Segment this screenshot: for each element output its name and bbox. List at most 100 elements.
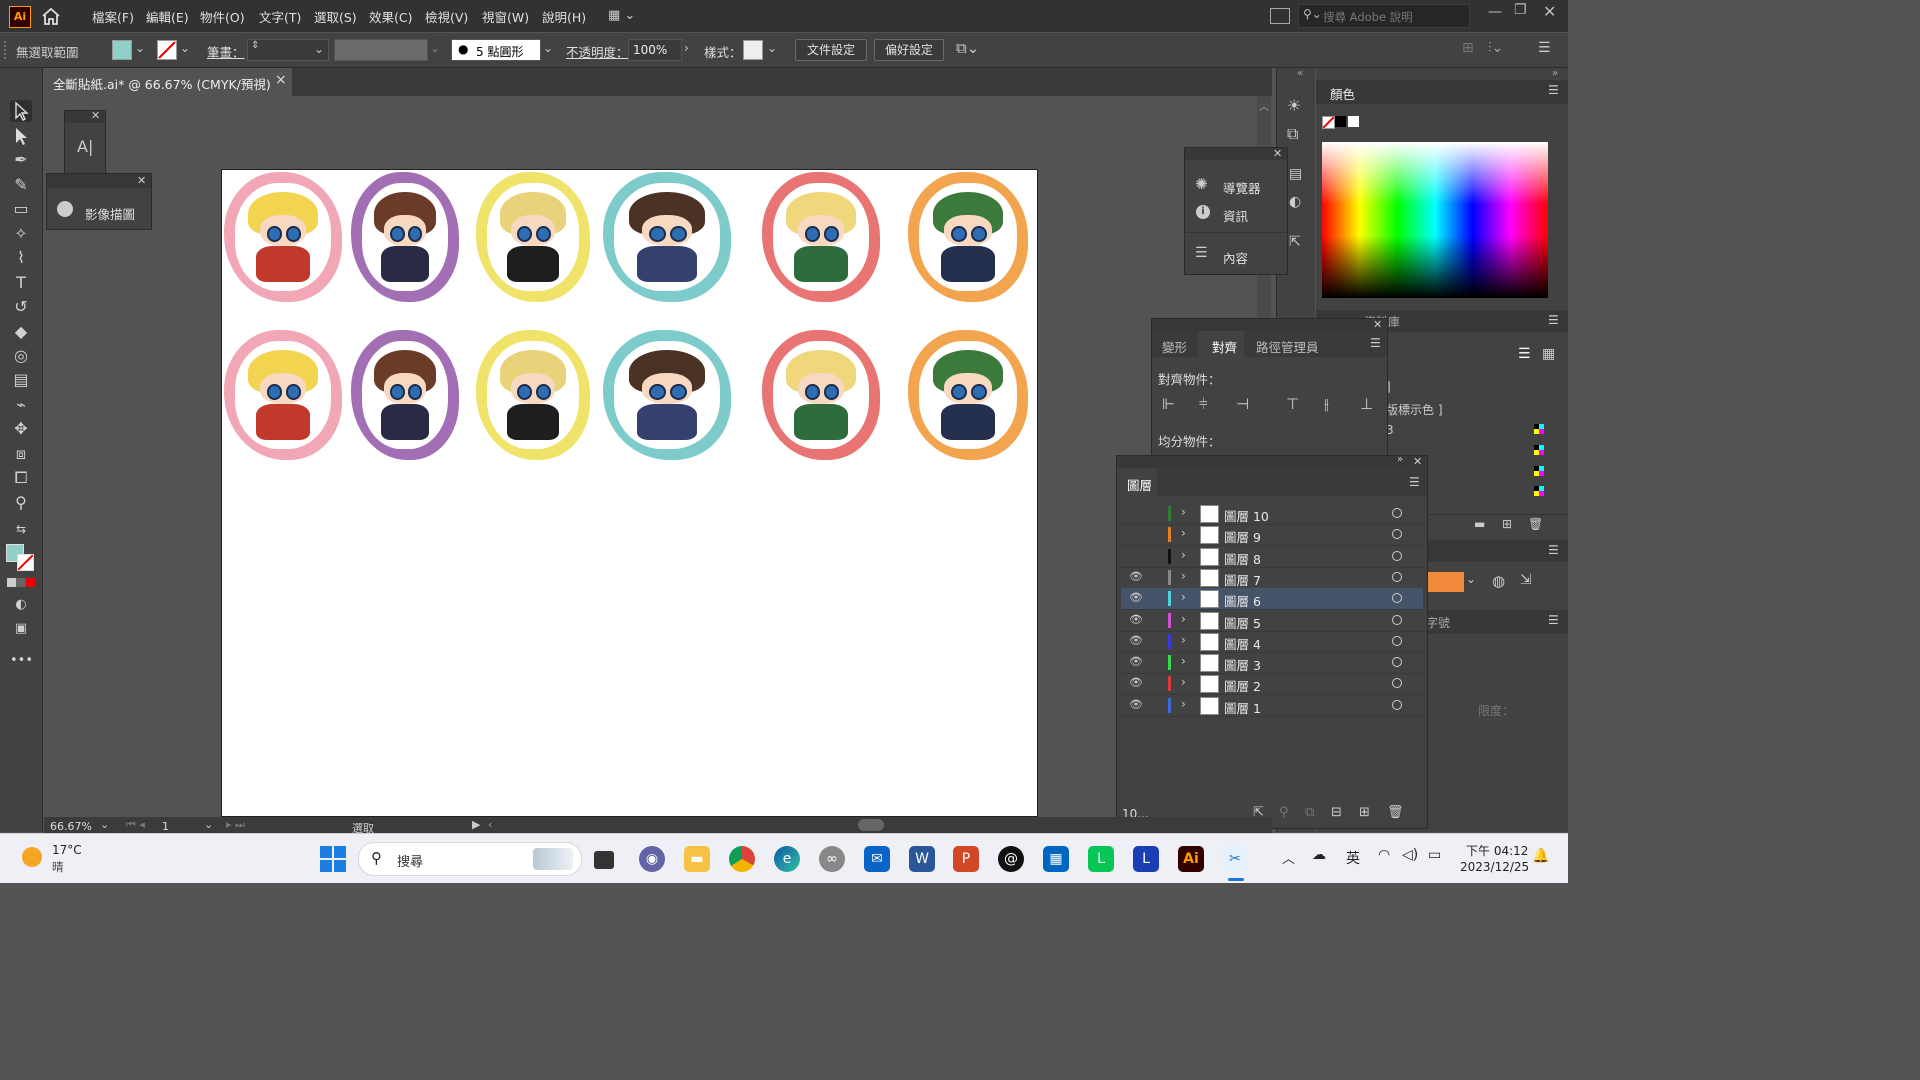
sticker-illustration[interactable]: [476, 172, 590, 302]
status-arrow-icon[interactable]: ▶: [472, 818, 480, 831]
collapse-panel-icon[interactable]: »: [1397, 454, 1403, 465]
layer-target-icon[interactable]: [1392, 529, 1402, 540]
appearance-icon[interactable]: ☀: [1287, 96, 1301, 115]
align-top-icon[interactable]: ⊤: [1286, 395, 1299, 413]
layer-target-icon[interactable]: [1392, 678, 1402, 689]
l-app-icon[interactable]: L: [1133, 846, 1159, 872]
layer-row[interactable]: 👁 › 圖層 2: [1121, 673, 1423, 696]
teams-chat-icon[interactable]: ◉: [639, 846, 665, 872]
arrange-icon[interactable]: ⧉⌄: [956, 39, 979, 57]
brush-dropdown-icon[interactable]: ⌄: [543, 41, 553, 55]
tab-pathfinder[interactable]: 路徑管理員: [1256, 337, 1319, 356]
ime-indicator[interactable]: 英: [1346, 848, 1360, 868]
menu-window[interactable]: 視窗(W): [482, 7, 529, 26]
stroke-color-chip[interactable]: [17, 554, 34, 571]
powerpoint-icon[interactable]: P: [953, 846, 979, 872]
layer-row[interactable]: 👁 › 圖層 7: [1121, 567, 1423, 589]
layer-row[interactable]: 👁 › 圖層 6: [1121, 588, 1423, 611]
profile-dropdown-icon[interactable]: ⌄: [430, 41, 440, 55]
copilot-icon[interactable]: ∞: [819, 846, 845, 872]
color-mode-icon[interactable]: [7, 578, 35, 587]
expand-chevron-icon[interactable]: ›: [1181, 654, 1186, 668]
info-item[interactable]: 資訊: [1223, 206, 1248, 225]
brush-definition[interactable]: ● 5 點圓形: [451, 39, 541, 61]
visibility-eye-icon[interactable]: 👁: [1129, 591, 1143, 605]
tab-layers[interactable]: 圖層: [1117, 468, 1157, 496]
menu-effect[interactable]: 效果(C): [369, 7, 412, 26]
close-panel-icon[interactable]: ✕: [1413, 455, 1422, 468]
dock-collapse-icon[interactable]: «: [1297, 68, 1303, 79]
horizontal-scrollbar-thumb[interactable]: [858, 819, 884, 831]
image-trace-label[interactable]: 影像描圖: [85, 204, 135, 223]
opacity-label[interactable]: 不透明度：: [566, 42, 629, 61]
stroke-dropdown-icon[interactable]: ⌄: [180, 41, 190, 55]
layer-row[interactable]: 👁 › 圖層 1: [1121, 695, 1423, 717]
tab-align[interactable]: 對齊: [1198, 331, 1244, 357]
store-icon[interactable]: ▦: [1043, 846, 1069, 872]
layer-row[interactable]: › 圖層 9: [1121, 524, 1423, 547]
curvature-tool-icon[interactable]: ✎: [10, 174, 32, 196]
align-right-icon[interactable]: ⊣: [1236, 395, 1249, 413]
align-icon[interactable]: ⊞: [1462, 40, 1474, 56]
notification-bell-icon[interactable]: 🔔: [1532, 848, 1549, 864]
expand-chevron-icon[interactable]: ›: [1181, 548, 1186, 562]
stroke-swatch[interactable]: [157, 40, 177, 60]
scroll-left-icon[interactable]: ‹: [488, 818, 492, 831]
visibility-eye-icon[interactable]: 👁: [1129, 570, 1143, 584]
delete-swatch-icon[interactable]: 🗑: [1528, 517, 1543, 531]
preferences-button[interactable]: 偏好設定: [874, 39, 944, 61]
transform-icon[interactable]: ⧉: [1287, 124, 1298, 144]
cmyk-swatch[interactable]: [1534, 424, 1544, 434]
expand-chevron-icon[interactable]: ›: [1181, 697, 1186, 711]
document-tab[interactable]: 全斷貼紙.ai* @ 66.67% (CMYK/預視) ×: [44, 68, 292, 96]
new-swatch-icon[interactable]: ⊞: [1502, 517, 1512, 531]
layer-target-icon[interactable]: [1392, 571, 1402, 582]
show-hidden-icons[interactable]: ︿: [1282, 848, 1295, 867]
dropdown-icon[interactable]: ⌄: [1466, 572, 1476, 586]
fill-swatch[interactable]: [112, 40, 132, 60]
zoom-tool-icon[interactable]: ⚲: [10, 492, 32, 514]
variable-width-profile[interactable]: [334, 39, 428, 61]
menu-edit[interactable]: 編輯(E): [146, 7, 189, 26]
close-tab-icon[interactable]: ×: [275, 72, 287, 88]
opacity-arrow-icon[interactable]: ›: [684, 41, 689, 55]
panel-toggle-icon[interactable]: [1270, 8, 1290, 24]
artboard-number[interactable]: 1: [162, 820, 169, 833]
align-vcenter-icon[interactable]: ⫲: [1324, 395, 1329, 413]
visibility-eye-icon[interactable]: 👁: [1129, 634, 1143, 648]
screen-mode-icon[interactable]: ▣: [10, 618, 32, 640]
distribute-icon[interactable]: ⫶⌄: [1488, 40, 1503, 56]
gradient-panel-icon[interactable]: ▤: [1289, 166, 1302, 182]
panel-menu-icon[interactable]: ☰: [1548, 313, 1559, 327]
volume-icon[interactable]: ◁): [1402, 847, 1418, 863]
threads-icon[interactable]: @: [998, 846, 1024, 872]
panel-menu-icon[interactable]: ☰: [1409, 475, 1420, 489]
layer-row[interactable]: 👁 › 圖層 5: [1121, 610, 1423, 632]
lasso-tool-icon[interactable]: ◎: [10, 345, 32, 367]
panel-menu-icon[interactable]: ☰: [1548, 543, 1559, 557]
battery-icon[interactable]: ▭: [1428, 847, 1441, 863]
layer-row[interactable]: 👁 › 圖層 3: [1121, 652, 1423, 675]
visibility-eye-icon[interactable]: 👁: [1129, 698, 1143, 712]
fill-dropdown-icon[interactable]: ⌄: [135, 41, 145, 55]
shape-builder-tool-icon[interactable]: ⧈: [10, 443, 32, 465]
eraser-tool-icon[interactable]: ◆: [10, 321, 32, 343]
folder-icon[interactable]: ▬: [1474, 517, 1485, 531]
make-clip-mask-icon[interactable]: ⊟: [1331, 805, 1342, 820]
panel-menu-icon[interactable]: ☰: [1548, 613, 1559, 627]
menu-select[interactable]: 選取(S): [314, 7, 357, 26]
eyedropper-tool-icon[interactable]: ⌁: [10, 394, 32, 416]
delete-layer-icon[interactable]: 🗑: [1387, 805, 1404, 820]
snipping-tool-icon[interactable]: ✂: [1222, 846, 1248, 872]
menu-help[interactable]: 說明(H): [542, 7, 586, 26]
artboard-dropdown-icon[interactable]: ⌄: [204, 818, 213, 831]
sticker-illustration[interactable]: [762, 330, 880, 460]
expand-chevron-icon[interactable]: ›: [1181, 612, 1186, 626]
menu-type[interactable]: 文字(T): [259, 7, 301, 26]
stroke-weight-stepper[interactable]: ⇕ ⌄: [247, 39, 329, 61]
clock-date[interactable]: 2023/12/25: [1460, 860, 1529, 874]
layer-row[interactable]: › 圖層 8: [1121, 546, 1423, 568]
search-layer-icon[interactable]: ⚲: [1279, 805, 1289, 820]
cmyk-swatch[interactable]: [1534, 466, 1544, 476]
clock-time[interactable]: 下午 04:12: [1466, 842, 1528, 859]
